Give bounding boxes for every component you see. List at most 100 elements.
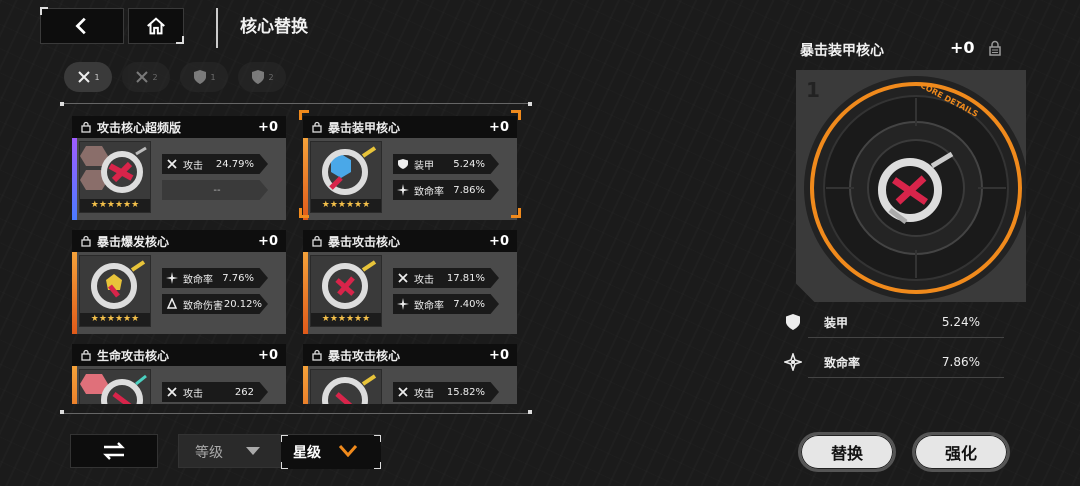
- lock-icon: [81, 349, 91, 361]
- sort-star-option[interactable]: 星级: [281, 435, 381, 469]
- detail-stat-value: 7.86%: [941, 355, 980, 369]
- back-button[interactable]: [40, 8, 124, 44]
- star-rating: ★★★★★★: [80, 313, 150, 326]
- crossed-swords-icon: [398, 387, 408, 397]
- core-image: [322, 146, 377, 195]
- detail-stat-row: 致命率 7.86%: [784, 348, 1004, 376]
- card-name: 暴击攻击核心: [328, 348, 401, 363]
- card-body: ★★★★★★ 攻击 24.79% --: [72, 138, 286, 220]
- core-card[interactable]: 暴击攻击核心 +0 ★★★★★★ 攻击 15.82%: [303, 344, 517, 404]
- burst-icon: [166, 298, 178, 309]
- core-portrait: ★★★★★★: [79, 369, 151, 404]
- card-header: 暴击攻击核心 +0: [303, 344, 517, 366]
- core-image: [91, 260, 146, 309]
- swap-arrows-icon: [103, 442, 125, 460]
- card-name: 攻击核心超频版: [97, 120, 182, 135]
- core-card[interactable]: 生命攻击核心 +0 ★★★★★★ 攻击 262: [72, 344, 286, 404]
- stat-name: 攻击: [183, 388, 203, 400]
- shield-icon: [398, 159, 408, 169]
- rarity-bar: [72, 138, 77, 220]
- card-header: 暴击装甲核心 +0: [303, 116, 517, 138]
- card-body: ★★★★★★ 致命率 7.76% 致命伤害 20.12%: [72, 252, 286, 334]
- lock-icon: [312, 349, 322, 361]
- crossed-swords-icon: [136, 71, 149, 83]
- stat-row: 致命率 7.40%: [393, 294, 499, 314]
- rarity-bar: [72, 366, 77, 404]
- core-card[interactable]: 暴击攻击核心 +0 ★★★★★★ 攻击 17.81% 致命率 7.40%: [303, 230, 517, 334]
- card-header: 生命攻击核心 +0: [72, 344, 286, 366]
- card-name: 暴击装甲核心: [328, 120, 401, 135]
- detail-core-level: +0: [950, 38, 975, 57]
- card-body: ★★★★★★ 攻击 15.82%: [303, 366, 517, 404]
- selection-corner: [511, 110, 521, 120]
- core-image: [80, 146, 147, 193]
- card-header: 暴击爆发核心 +0: [72, 230, 286, 252]
- core-portrait: ★★★★★★: [310, 255, 382, 327]
- card-level: +0: [489, 347, 509, 363]
- stat-empty: --: [213, 184, 221, 196]
- crit-icon: [166, 272, 178, 284]
- sort-selector: 等级 星级: [178, 434, 381, 469]
- title-divider: [216, 8, 218, 48]
- detail-stat-name: 装甲: [824, 315, 849, 330]
- stat-row: 攻击 15.82%: [393, 382, 499, 402]
- crossed-swords-icon: [78, 71, 91, 83]
- card-body: ★★★★★★ 装甲 5.24% 致命率 7.86%: [303, 138, 517, 220]
- stat-name: 攻击: [414, 388, 434, 400]
- sort-level-option[interactable]: 等级: [195, 442, 223, 462]
- selection-corner: [299, 110, 309, 120]
- stat-value: 262: [234, 386, 254, 398]
- replace-button[interactable]: 替换: [798, 432, 896, 472]
- lock-icon: [312, 121, 322, 133]
- sort-order-toggle-button[interactable]: [70, 434, 158, 468]
- detail-stat-row: 装甲 5.24%: [784, 308, 1004, 336]
- core-card[interactable]: 攻击核心超频版 +0 ★★★★★★ 攻击 24.79% --: [72, 116, 286, 220]
- card-name: 暴击攻击核心: [328, 234, 401, 249]
- filter-defense-2[interactable]: 2: [238, 62, 286, 92]
- card-level: +0: [489, 233, 509, 249]
- core-image: [322, 260, 377, 309]
- card-level: +0: [489, 119, 509, 135]
- enhance-button[interactable]: 强化: [912, 432, 1010, 472]
- stat-value: 7.40%: [453, 298, 485, 310]
- core-card-selected[interactable]: 暴击装甲核心 +0 ★★★★★★ 装甲 5.24% 致命率 7.86%: [303, 116, 517, 220]
- frame-dot: [528, 410, 532, 414]
- frame-dot: [60, 410, 64, 414]
- card-body: ★★★★★★ 攻击 17.81% 致命率 7.40%: [303, 252, 517, 334]
- filter-attack-2[interactable]: 2: [122, 62, 170, 92]
- filter-count: 2: [268, 72, 274, 82]
- stat-name: 致命率: [414, 300, 444, 312]
- corner-mark: [281, 435, 288, 442]
- stat-value: 20.12%: [223, 298, 262, 310]
- divider: [808, 377, 1004, 378]
- detail-stat-name: 致命率: [824, 355, 861, 370]
- card-name: 生命攻击核心: [97, 348, 170, 363]
- card-level: +0: [258, 233, 278, 249]
- filter-attack-1[interactable]: 1: [64, 62, 112, 92]
- star-rating: ★★★★★★: [311, 199, 381, 212]
- lock-icon: [81, 121, 91, 133]
- home-icon: [147, 17, 165, 35]
- stat-row: 致命伤害 20.12%: [162, 294, 268, 314]
- core-portrait: ★★★★★★: [310, 369, 382, 404]
- card-level: +0: [258, 347, 278, 363]
- card-level: +0: [258, 119, 278, 135]
- back-arrow-icon: [75, 17, 86, 35]
- stat-name: 致命伤害: [183, 300, 223, 312]
- card-header: 暴击攻击核心 +0: [303, 230, 517, 252]
- lock-icon[interactable]: [988, 40, 1002, 56]
- core-image: [322, 374, 377, 404]
- lock-icon: [81, 235, 91, 247]
- crit-icon: [784, 353, 802, 371]
- stat-name: 装甲: [414, 160, 434, 172]
- core-card[interactable]: 暴击爆发核心 +0 ★★★★★★ 致命率 7.76% 致命伤害 20.12%: [72, 230, 286, 334]
- stat-value: 17.81%: [446, 272, 485, 284]
- crossed-swords-icon: [398, 273, 408, 283]
- core-portrait: ★★★★★★: [79, 141, 151, 213]
- divider: [808, 337, 1004, 338]
- stat-row: 装甲 5.24%: [393, 154, 499, 174]
- stat-name: 攻击: [414, 274, 434, 286]
- filter-count: 1: [94, 72, 100, 82]
- filter-defense-1[interactable]: 1: [180, 62, 228, 92]
- rarity-bar: [303, 366, 308, 404]
